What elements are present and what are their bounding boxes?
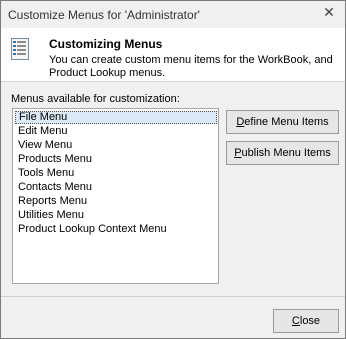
menus-listbox[interactable]: File Menu Edit Menu View Menu Products M… [12,108,219,284]
close-label: lose [299,315,321,327]
menu-list-icon [11,38,29,60]
menus-list-label: Menus available for customization: [11,93,180,105]
list-item-reports-menu[interactable]: Reports Menu [15,195,217,208]
header-description: You can create custom menu items for the… [49,54,333,79]
header-panel: Customizing Menus You can create custom … [1,28,345,82]
close-window-icon[interactable]: ✕ [320,4,338,22]
define-label: efine Menu Items [244,116,329,128]
footer-divider [1,296,345,297]
list-item-file-menu[interactable]: File Menu [15,111,217,124]
list-item-tools-menu[interactable]: Tools Menu [15,167,217,180]
publish-label: ublish Menu Items [241,147,331,159]
header-title: Customizing Menus [49,37,163,51]
close-mnemonic: C [291,315,300,327]
list-item-contacts-menu[interactable]: Contacts Menu [15,181,217,194]
list-item-utilities-menu[interactable]: Utilities Menu [15,209,217,222]
define-menu-items-button[interactable]: Define Menu Items [226,110,339,134]
list-item-product-lookup-context-menu[interactable]: Product Lookup Context Menu [15,223,217,236]
publish-menu-items-button[interactable]: Publish Menu Items [226,141,339,165]
list-item-edit-menu[interactable]: Edit Menu [15,125,217,138]
publish-mnemonic: P [234,147,242,159]
window-title: Customize Menus for 'Administrator' [8,8,200,22]
title-bar: Customize Menus for 'Administrator' ✕ [1,1,345,28]
customize-menus-dialog: Customize Menus for 'Administrator' ✕ Cu… [0,0,346,339]
list-item-products-menu[interactable]: Products Menu [15,153,217,166]
list-item-view-menu[interactable]: View Menu [15,139,217,152]
close-button[interactable]: Close [273,309,339,333]
